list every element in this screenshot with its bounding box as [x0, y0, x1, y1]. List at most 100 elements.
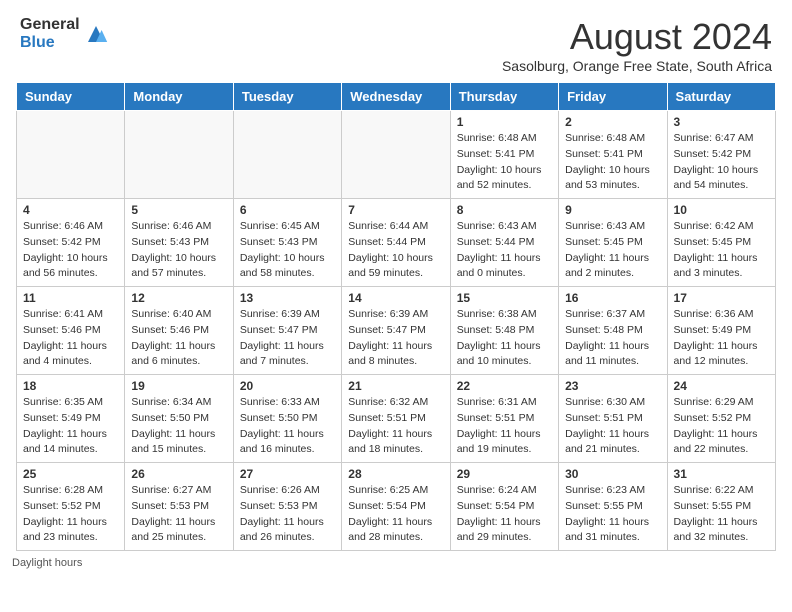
day-info: Sunrise: 6:39 AMSunset: 5:47 PMDaylight:…	[348, 307, 443, 370]
calendar-cell: 1 Sunrise: 6:48 AMSunset: 5:41 PMDaylight…	[450, 111, 558, 199]
day-number: 23	[565, 379, 660, 393]
day-number: 7	[348, 203, 443, 217]
calendar-cell: 13 Sunrise: 6:39 AMSunset: 5:47 PMDayligh…	[233, 287, 341, 375]
calendar-week-3: 11Sunrise: 6:41 AMSunset: 5:46 PMDayligh…	[17, 287, 776, 375]
calendar-cell: 12 Sunrise: 6:40 AMSunset: 5:46 PMDayligh…	[125, 287, 233, 375]
day-info: Sunrise: 6:48 AMSunset: 5:41 PMDaylight:…	[565, 131, 660, 194]
col-tuesday: Tuesday	[233, 83, 341, 111]
calendar-cell: 19Sunrise: 6:34 AMSunset: 5:50 PMDayligh…	[125, 375, 233, 463]
day-number: 15	[457, 291, 552, 305]
calendar-cell: 21Sunrise: 6:32 AMSunset: 5:51 PMDayligh…	[342, 375, 450, 463]
day-number: 1	[457, 115, 552, 129]
day-info: Sunrise: 6:31 AMSunset: 5:51 PMDaylight:…	[457, 395, 552, 458]
calendar-cell: 24 Sunrise: 6:29 AMSunset: 5:52 PMDayligh…	[667, 375, 775, 463]
day-number: 31	[674, 467, 769, 481]
day-info: Sunrise: 6:32 AMSunset: 5:51 PMDaylight:…	[348, 395, 443, 458]
day-info: Sunrise: 6:22 AMSunset: 5:55 PMDaylight:…	[674, 483, 769, 546]
day-number: 24	[674, 379, 769, 393]
logo: General Blue	[20, 16, 108, 51]
col-thursday: Thursday	[450, 83, 558, 111]
day-number: 20	[240, 379, 335, 393]
day-info: Sunrise: 6:26 AMSunset: 5:53 PMDaylight:…	[240, 483, 335, 546]
calendar-cell	[125, 111, 233, 199]
calendar-cell: 23 Sunrise: 6:30 AMSunset: 5:51 PMDayligh…	[559, 375, 667, 463]
calendar-week-5: 25 Sunrise: 6:28 AMSunset: 5:52 PMDayligh…	[17, 463, 776, 551]
day-info: Sunrise: 6:28 AMSunset: 5:52 PMDaylight:…	[23, 483, 118, 546]
calendar-cell	[233, 111, 341, 199]
calendar-cell: 30 Sunrise: 6:23 AMSunset: 5:55 PMDayligh…	[559, 463, 667, 551]
calendar-cell: 5 Sunrise: 6:46 AMSunset: 5:43 PMDaylight…	[125, 199, 233, 287]
calendar-cell: 28 Sunrise: 6:25 AMSunset: 5:54 PMDayligh…	[342, 463, 450, 551]
day-info: Sunrise: 6:47 AMSunset: 5:42 PMDaylight:…	[674, 131, 769, 194]
day-number: 8	[457, 203, 552, 217]
day-info: Sunrise: 6:23 AMSunset: 5:55 PMDaylight:…	[565, 483, 660, 546]
logo-general: General	[20, 16, 80, 34]
day-info: Sunrise: 6:46 AMSunset: 5:43 PMDaylight:…	[131, 219, 226, 282]
day-number: 3	[674, 115, 769, 129]
day-number: 13	[240, 291, 335, 305]
footer-note: Daylight hours	[0, 551, 792, 575]
day-info: Sunrise: 6:45 AMSunset: 5:43 PMDaylight:…	[240, 219, 335, 282]
day-info: Sunrise: 6:40 AMSunset: 5:46 PMDaylight:…	[131, 307, 226, 370]
calendar-cell: 2 Sunrise: 6:48 AMSunset: 5:41 PMDaylight…	[559, 111, 667, 199]
calendar-cell: 27 Sunrise: 6:26 AMSunset: 5:53 PMDayligh…	[233, 463, 341, 551]
day-number: 28	[348, 467, 443, 481]
month-title: August 2024	[502, 16, 772, 58]
day-number: 16	[565, 291, 660, 305]
calendar-cell: 10Sunrise: 6:42 AMSunset: 5:45 PMDayligh…	[667, 199, 775, 287]
calendar-cell: 4 Sunrise: 6:46 AMSunset: 5:42 PMDaylight…	[17, 199, 125, 287]
calendar-cell: 29Sunrise: 6:24 AMSunset: 5:54 PMDayligh…	[450, 463, 558, 551]
day-number: 30	[565, 467, 660, 481]
day-number: 29	[457, 467, 552, 481]
day-number: 5	[131, 203, 226, 217]
day-info: Sunrise: 6:33 AMSunset: 5:50 PMDaylight:…	[240, 395, 335, 458]
day-number: 22	[457, 379, 552, 393]
day-info: Sunrise: 6:30 AMSunset: 5:51 PMDaylight:…	[565, 395, 660, 458]
calendar-cell: 3 Sunrise: 6:47 AMSunset: 5:42 PMDaylight…	[667, 111, 775, 199]
day-number: 27	[240, 467, 335, 481]
calendar-cell: 18Sunrise: 6:35 AMSunset: 5:49 PMDayligh…	[17, 375, 125, 463]
subtitle: Sasolburg, Orange Free State, South Afri…	[502, 58, 772, 74]
calendar-cell: 9Sunrise: 6:43 AMSunset: 5:45 PMDaylight…	[559, 199, 667, 287]
day-number: 26	[131, 467, 226, 481]
day-info: Sunrise: 6:39 AMSunset: 5:47 PMDaylight:…	[240, 307, 335, 370]
day-number: 2	[565, 115, 660, 129]
day-number: 17	[674, 291, 769, 305]
logo-icon	[84, 22, 108, 46]
col-friday: Friday	[559, 83, 667, 111]
day-number: 4	[23, 203, 118, 217]
calendar-cell: 7 Sunrise: 6:44 AMSunset: 5:44 PMDaylight…	[342, 199, 450, 287]
day-info: Sunrise: 6:34 AMSunset: 5:50 PMDaylight:…	[131, 395, 226, 458]
day-info: Sunrise: 6:38 AMSunset: 5:48 PMDaylight:…	[457, 307, 552, 370]
calendar-cell: 11Sunrise: 6:41 AMSunset: 5:46 PMDayligh…	[17, 287, 125, 375]
logo-blue: Blue	[20, 34, 80, 52]
calendar-header-row: Sunday Monday Tuesday Wednesday Thursday…	[17, 83, 776, 111]
day-info: Sunrise: 6:44 AMSunset: 5:44 PMDaylight:…	[348, 219, 443, 282]
title-area: August 2024 Sasolburg, Orange Free State…	[502, 16, 772, 74]
day-number: 10	[674, 203, 769, 217]
day-info: Sunrise: 6:48 AMSunset: 5:41 PMDaylight:…	[457, 131, 552, 194]
day-number: 6	[240, 203, 335, 217]
day-info: Sunrise: 6:43 AMSunset: 5:44 PMDaylight:…	[457, 219, 552, 282]
calendar-cell: 15 Sunrise: 6:38 AMSunset: 5:48 PMDayligh…	[450, 287, 558, 375]
day-info: Sunrise: 6:46 AMSunset: 5:42 PMDaylight:…	[23, 219, 118, 282]
calendar-week-2: 4 Sunrise: 6:46 AMSunset: 5:42 PMDaylight…	[17, 199, 776, 287]
day-number: 9	[565, 203, 660, 217]
day-info: Sunrise: 6:35 AMSunset: 5:49 PMDaylight:…	[23, 395, 118, 458]
day-number: 12	[131, 291, 226, 305]
col-sunday: Sunday	[17, 83, 125, 111]
day-info: Sunrise: 6:41 AMSunset: 5:46 PMDaylight:…	[23, 307, 118, 370]
calendar-cell: 8 Sunrise: 6:43 AMSunset: 5:44 PMDaylight…	[450, 199, 558, 287]
day-info: Sunrise: 6:29 AMSunset: 5:52 PMDaylight:…	[674, 395, 769, 458]
calendar-cell: 6 Sunrise: 6:45 AMSunset: 5:43 PMDaylight…	[233, 199, 341, 287]
calendar-cell	[17, 111, 125, 199]
day-info: Sunrise: 6:25 AMSunset: 5:54 PMDaylight:…	[348, 483, 443, 546]
calendar-cell: 22 Sunrise: 6:31 AMSunset: 5:51 PMDayligh…	[450, 375, 558, 463]
calendar-cell: 26Sunrise: 6:27 AMSunset: 5:53 PMDayligh…	[125, 463, 233, 551]
calendar-week-1: 1 Sunrise: 6:48 AMSunset: 5:41 PMDaylight…	[17, 111, 776, 199]
day-number: 14	[348, 291, 443, 305]
day-number: 25	[23, 467, 118, 481]
calendar-cell: 17Sunrise: 6:36 AMSunset: 5:49 PMDayligh…	[667, 287, 775, 375]
calendar-table: Sunday Monday Tuesday Wednesday Thursday…	[16, 82, 776, 551]
calendar-week-4: 18Sunrise: 6:35 AMSunset: 5:49 PMDayligh…	[17, 375, 776, 463]
